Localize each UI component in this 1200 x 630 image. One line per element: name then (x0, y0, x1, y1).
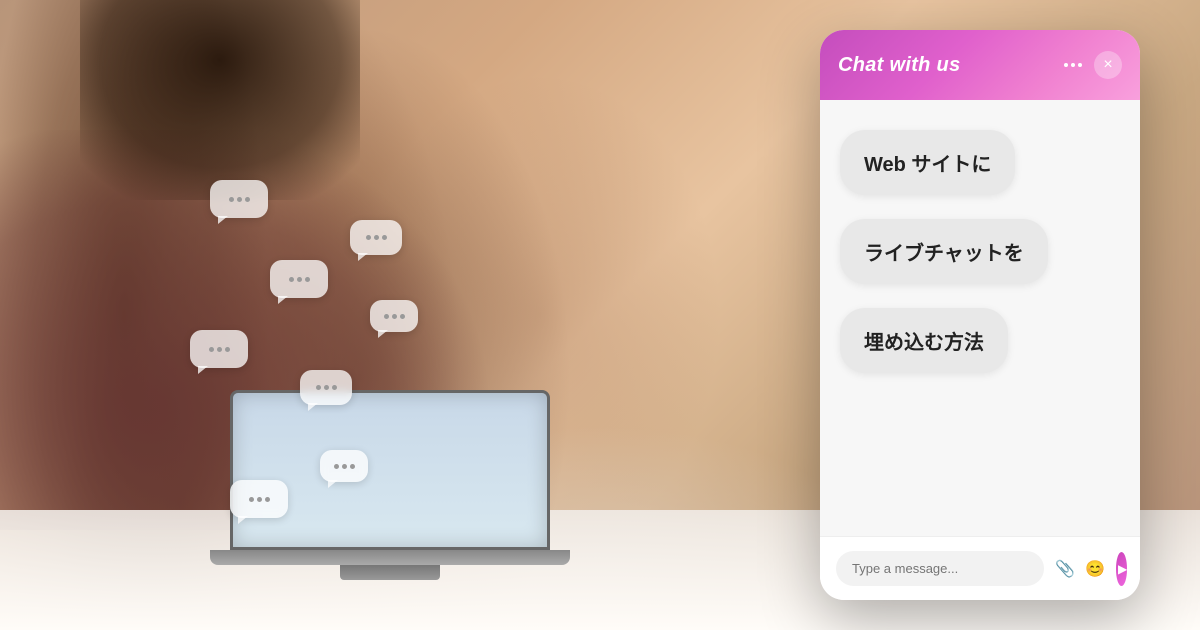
floating-bubble-1 (210, 180, 268, 218)
chat-messages-area: Web サイトに ライブチャットを 埋め込む方法 (820, 100, 1140, 536)
message-bubble-1: Web サイトに (840, 130, 1015, 195)
attachment-icon[interactable]: 📎 (1054, 558, 1076, 580)
chat-header: Chat with us × (820, 30, 1140, 100)
message-bubble-2: ライブチャットを (840, 219, 1048, 284)
floating-bubble-7 (230, 480, 288, 518)
laptop-base (210, 550, 570, 565)
laptop-stand (340, 565, 440, 580)
input-icons: 📎 😊 (1054, 558, 1106, 580)
floating-bubble-6 (320, 450, 368, 482)
dot3 (1078, 63, 1082, 67)
floating-bubble-8 (370, 300, 418, 332)
more-options-icon[interactable] (1064, 63, 1082, 67)
floating-bubble-3 (190, 330, 248, 368)
dot1 (1064, 63, 1068, 67)
chat-header-title: Chat with us (838, 54, 961, 77)
message-input[interactable] (836, 551, 1044, 586)
floating-bubbles-container (150, 100, 500, 550)
floating-bubble-4 (300, 370, 352, 405)
send-button[interactable]: ▶ (1116, 552, 1127, 586)
floating-bubble-5 (350, 220, 402, 255)
chat-header-actions: × (1064, 51, 1122, 79)
chat-input-area: 📎 😊 ▶ (820, 536, 1140, 600)
send-icon: ▶ (1118, 562, 1127, 576)
message-bubble-3: 埋め込む方法 (840, 308, 1008, 373)
dot2 (1071, 63, 1075, 67)
chat-widget: Chat with us × Web サイトに ライブチャットを 埋め込む方法 … (820, 30, 1140, 600)
close-button[interactable]: × (1094, 51, 1122, 79)
floating-bubble-2 (270, 260, 328, 298)
emoji-icon[interactable]: 😊 (1084, 558, 1106, 580)
